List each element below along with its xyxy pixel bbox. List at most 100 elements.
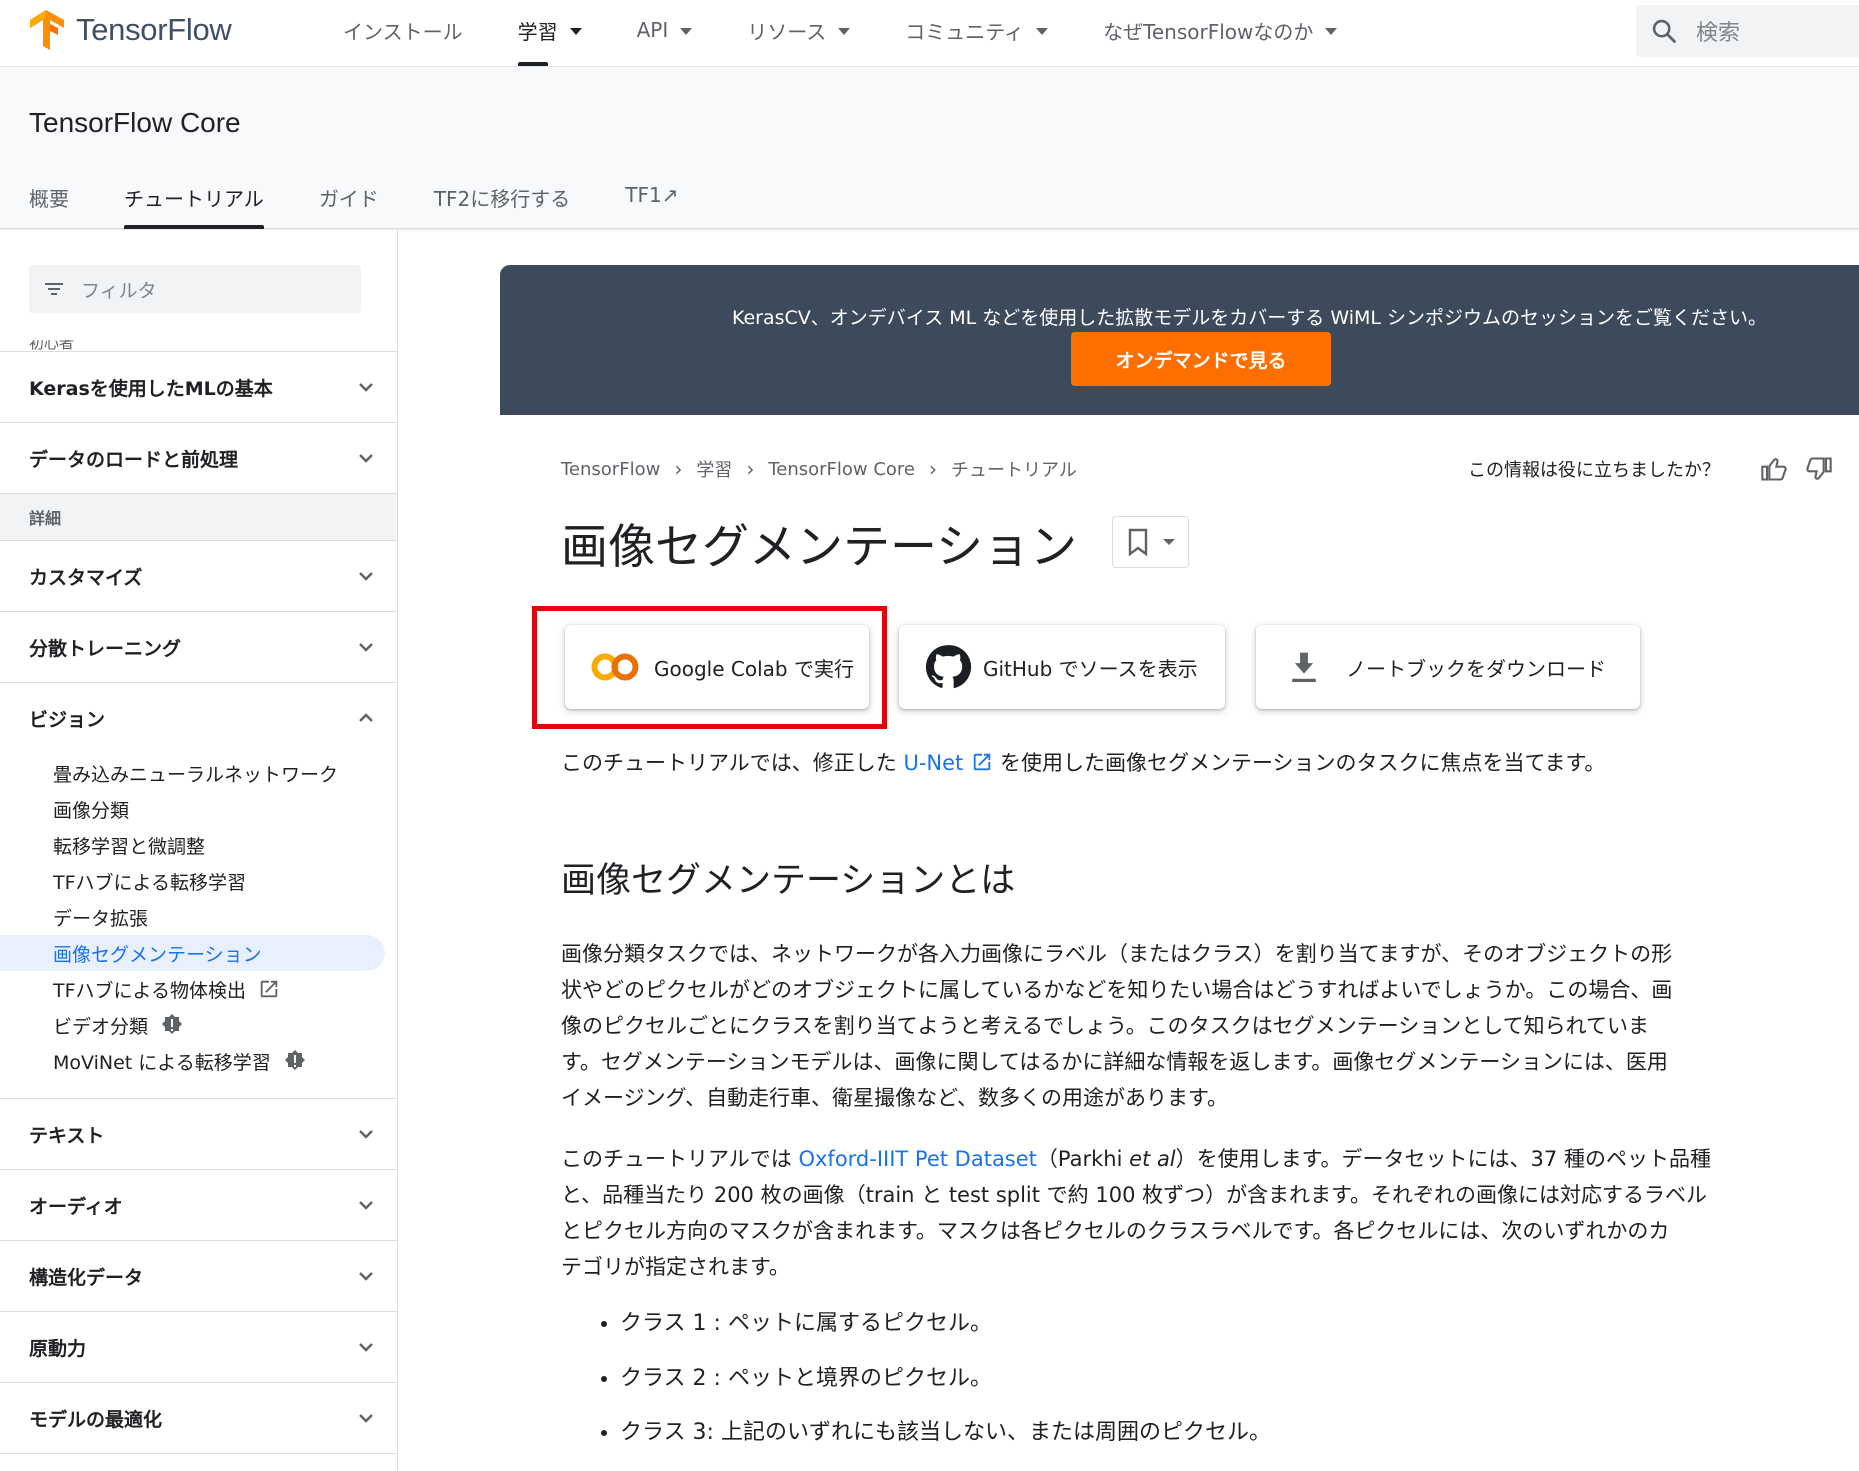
download-notebook-button[interactable]: ノートブックをダウンロード — [1256, 625, 1640, 709]
watch-on-demand-button[interactable]: オンデマンドで見る — [1071, 332, 1331, 386]
sidebar-item-label: ビデオ分類 — [53, 1015, 149, 1038]
sidebar-item-image-classification[interactable]: 画像分類 — [53, 791, 129, 827]
external-link-icon[interactable] — [971, 751, 993, 773]
list-item: クラス 2 : ペットと境界のピクセル。 — [620, 1360, 992, 1392]
nav-resources[interactable]: リソース — [747, 0, 905, 60]
product-tabs: 概要 チュートリアル ガイド TF2に移行する TF1↗ — [29, 177, 733, 229]
sidebar-item-label: オーディオ — [29, 1195, 123, 1218]
product-header: TensorFlow Core 概要 チュートリアル ガイド TF2に移行する … — [0, 67, 1859, 229]
sidebar-item-data-loading[interactable]: データのロードと前処理 — [0, 423, 397, 493]
paragraph-line: 画像分類タスクでは、ネットワークが各入力画像にラベル（またはクラス）を割り当てま… — [561, 942, 1673, 966]
sidebar-item-text[interactable]: テキスト — [0, 1099, 397, 1169]
view-on-github-button[interactable]: GitHub でソースを表示 — [899, 625, 1225, 709]
thumbs-up-icon[interactable] — [1760, 455, 1788, 483]
caret-down-icon — [680, 27, 693, 35]
nav-resources-label: リソース — [747, 19, 827, 44]
active-tab-underline — [124, 225, 264, 229]
unet-link[interactable]: U-Net — [903, 751, 963, 775]
sidebar-item-data-augmentation[interactable]: データ拡張 — [53, 899, 148, 935]
nav-install[interactable]: インストール — [343, 0, 518, 60]
intro-text: を使用した画像セグメンテーションのタスクに焦点を当てます。 — [993, 751, 1606, 775]
tab-migrate-tf2[interactable]: TF2に移行する — [434, 177, 570, 229]
paragraph-line: す。セグメンテーションモデルは、画像に関してはるかに詳細な情報を返します。画像セ… — [561, 1050, 1668, 1074]
tab-overview[interactable]: 概要 — [29, 177, 69, 229]
chevron-down-icon — [359, 454, 373, 463]
download-button-label: ノートブックをダウンロード — [1346, 656, 1606, 681]
search-icon — [1652, 19, 1676, 43]
tab-tutorials[interactable]: チュートリアル — [124, 177, 264, 229]
tensorflow-logo[interactable]: TensorFlow — [28, 10, 232, 50]
section-label-beginner: 初心者 — [29, 340, 75, 350]
top-nav: インストール 学習 API リソース コミュニティ なぜTensorFlowなの… — [343, 0, 1392, 67]
intro-text: このチュートリアルでは、修正した — [561, 751, 904, 775]
breadcrumb-item[interactable]: TensorFlow Core — [768, 459, 915, 480]
chevron-right-icon: › — [929, 457, 937, 481]
list-item: クラス 1 : ペットに属するピクセル。 — [620, 1305, 992, 1337]
caret-down-icon — [1162, 539, 1175, 545]
chevron-down-icon — [359, 1201, 373, 1210]
sidebar: フィルタ 初心者 Kerasを使用したMLの基本 データのロードと前処理 詳細 … — [0, 230, 398, 1471]
chevron-down-icon — [359, 643, 373, 652]
sidebar-item-label: カスタマイズ — [29, 566, 143, 589]
sidebar-item-customize[interactable]: カスタマイズ — [0, 541, 397, 611]
chevron-right-icon: › — [746, 457, 755, 481]
top-bar: TensorFlow インストール 学習 API リソース コミュニティ なぜT… — [0, 0, 1859, 67]
nav-why-tensorflow[interactable]: なぜTensorFlowなのか — [1103, 0, 1392, 60]
sidebar-item-generative[interactable]: 原動力 — [0, 1312, 397, 1382]
sidebar-item-label: ビジョン — [29, 708, 106, 731]
breadcrumb-item[interactable]: チュートリアル — [951, 456, 1077, 482]
run-in-colab-button[interactable]: Google Colab で実行 — [565, 625, 869, 709]
paragraph-line: と、品種当たり 200 枚の画像（train と test split で約 1… — [561, 1183, 1708, 1207]
sidebar-item-model-optimization[interactable]: モデルの最適化 — [0, 1383, 397, 1453]
download-icon — [1292, 652, 1316, 683]
tab-guide[interactable]: ガイド — [319, 177, 379, 229]
nav-learn[interactable]: 学習 — [517, 0, 637, 66]
sidebar-item-vision[interactable]: ビジョン — [0, 683, 397, 753]
sidebar-item-keras-basics[interactable]: Kerasを使用したMLの基本 — [0, 352, 397, 422]
breadcrumb: TensorFlow › 学習 › TensorFlow Core › チュート… — [561, 456, 1077, 482]
sidebar-item-transfer-learning[interactable]: 転移学習と微調整 — [53, 827, 205, 863]
sidebar-item-distributed[interactable]: 分散トレーニング — [0, 612, 397, 682]
paragraph-line: このチュートリアルでは Oxford-IIIT Pet Dataset（Park… — [561, 1141, 1831, 1177]
sidebar-item-video-classification[interactable]: ビデオ分類 — [53, 1007, 184, 1043]
paragraph-line: 像のピクセルごとにクラスを割り当てようと考えるでしょう。このタスクはセグメンテー… — [561, 1014, 1650, 1038]
oxford-pet-dataset-link[interactable]: Oxford-IIIT Pet Dataset — [798, 1147, 1036, 1171]
sidebar-item-structured-data[interactable]: 構造化データ — [0, 1241, 397, 1311]
filter-input[interactable]: フィルタ — [29, 265, 361, 313]
experimental-badge-icon — [162, 1014, 183, 1034]
thumbs-down-icon[interactable] — [1805, 455, 1833, 483]
sidebar-item-label: データのロードと前処理 — [29, 448, 239, 471]
feedback-question: この情報は役に立ちましたか？ — [1468, 460, 1720, 481]
search-input[interactable]: 検索 — [1636, 5, 1859, 57]
announcement-banner: KerasCV、オンデバイス ML などを使用した拡散モデルをカバーする WiM… — [500, 265, 1859, 415]
sidebar-item-label: TFハブによる物体検出 — [53, 979, 246, 1002]
filter-icon — [45, 283, 63, 295]
nav-why-label: なぜTensorFlowなのか — [1103, 19, 1314, 44]
sidebar-item-label: 原動力 — [29, 1337, 87, 1360]
sidebar-item-label: MoViNet による転移学習 — [53, 1051, 271, 1074]
page-title: 画像セグメンテーション — [561, 520, 1078, 575]
sidebar-item-audio[interactable]: オーディオ — [0, 1170, 397, 1240]
sidebar-item-object-detection[interactable]: TFハブによる物体検出 — [53, 971, 280, 1007]
caret-down-icon — [838, 27, 851, 35]
nav-api[interactable]: API — [637, 0, 748, 60]
caret-down-icon — [1325, 27, 1338, 35]
sidebar-item-tfhub-transfer[interactable]: TFハブによる転移学習 — [53, 863, 246, 899]
breadcrumb-item[interactable]: TensorFlow — [561, 459, 660, 480]
citation-italic: et al — [1129, 1147, 1176, 1171]
tensorflow-logo-icon — [30, 10, 64, 50]
bookmark-button[interactable] — [1112, 516, 1189, 568]
sidebar-item-cnn[interactable]: 畳み込みニューラルネットワーク — [53, 755, 338, 791]
sidebar-item-label: 構造化データ — [29, 1266, 144, 1289]
banner-text: KerasCV、オンデバイス ML などを使用した拡散モデルをカバーする WiM… — [731, 307, 1768, 329]
github-icon — [925, 645, 972, 689]
paragraph-text: （Parkhi — [1036, 1147, 1130, 1171]
github-button-label: GitHub でソースを表示 — [983, 656, 1198, 681]
breadcrumb-item[interactable]: 学習 — [696, 456, 732, 482]
colab-button-label: Google Colab で実行 — [654, 656, 854, 681]
tab-tf1[interactable]: TF1↗ — [625, 177, 678, 229]
product-title[interactable]: TensorFlow Core — [29, 107, 241, 139]
nav-community[interactable]: コミュニティ — [905, 0, 1103, 60]
sidebar-item-movinet[interactable]: MoViNet による転移学習 — [53, 1043, 307, 1079]
sidebar-item-image-segmentation[interactable]: 画像セグメンテーション — [0, 935, 385, 971]
